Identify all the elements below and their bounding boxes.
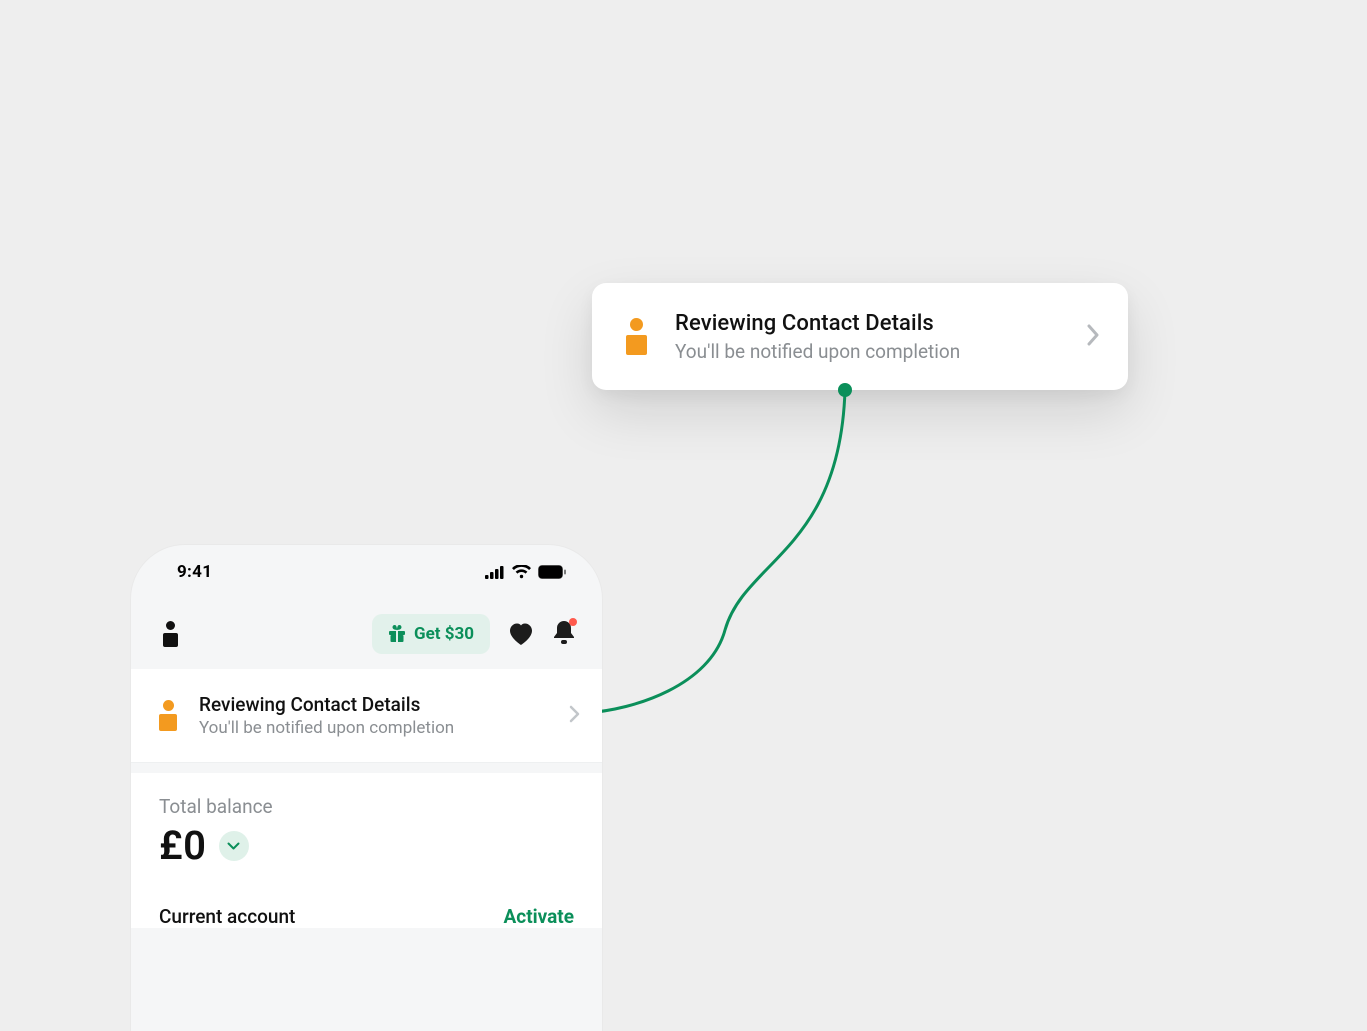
- account-row: Current account Activate: [131, 879, 602, 928]
- bell-icon[interactable]: [552, 619, 576, 649]
- balance-section: Total balance £0: [131, 773, 602, 879]
- callout-title: Reviewing Contact Details: [675, 311, 1058, 336]
- app-bar: Get $30: [131, 599, 602, 669]
- balance-amount: £0: [159, 822, 207, 869]
- status-time: 9:41: [177, 562, 212, 582]
- account-name: Current account: [159, 905, 295, 928]
- promo-label: Get $30: [414, 624, 474, 644]
- notice-subtitle: You'll be notified upon completion: [199, 718, 547, 738]
- cellular-icon: [485, 566, 505, 579]
- person-icon: [626, 318, 647, 355]
- battery-icon: [538, 565, 566, 579]
- activate-button[interactable]: Activate: [504, 905, 574, 928]
- chevron-right-icon: [569, 705, 580, 727]
- heart-icon[interactable]: [508, 622, 534, 646]
- status-bar: 9:41: [131, 545, 602, 599]
- notice-texts: Reviewing Contact Details You'll be noti…: [199, 693, 547, 738]
- callout-card[interactable]: Reviewing Contact Details You'll be noti…: [592, 283, 1128, 390]
- notice-title: Reviewing Contact Details: [199, 693, 547, 716]
- balance-label: Total balance: [159, 795, 574, 818]
- wifi-icon: [512, 565, 531, 579]
- person-icon: [159, 700, 177, 731]
- notification-dot-icon: [569, 618, 577, 626]
- connector-line: [575, 380, 875, 730]
- phone-frame: 9:41 Get $30 Revie: [131, 545, 602, 1031]
- callout-subtitle: You'll be notified upon completion: [675, 340, 1058, 363]
- balance-expand-button[interactable]: [219, 831, 249, 861]
- promo-pill[interactable]: Get $30: [372, 614, 490, 654]
- gift-icon: [388, 625, 406, 643]
- profile-icon[interactable]: [163, 621, 178, 647]
- status-icons: [485, 565, 566, 579]
- chevron-down-icon: [227, 842, 240, 850]
- notice-row[interactable]: Reviewing Contact Details You'll be noti…: [131, 669, 602, 763]
- chevron-right-icon: [1086, 324, 1100, 350]
- callout-texts: Reviewing Contact Details You'll be noti…: [675, 311, 1058, 363]
